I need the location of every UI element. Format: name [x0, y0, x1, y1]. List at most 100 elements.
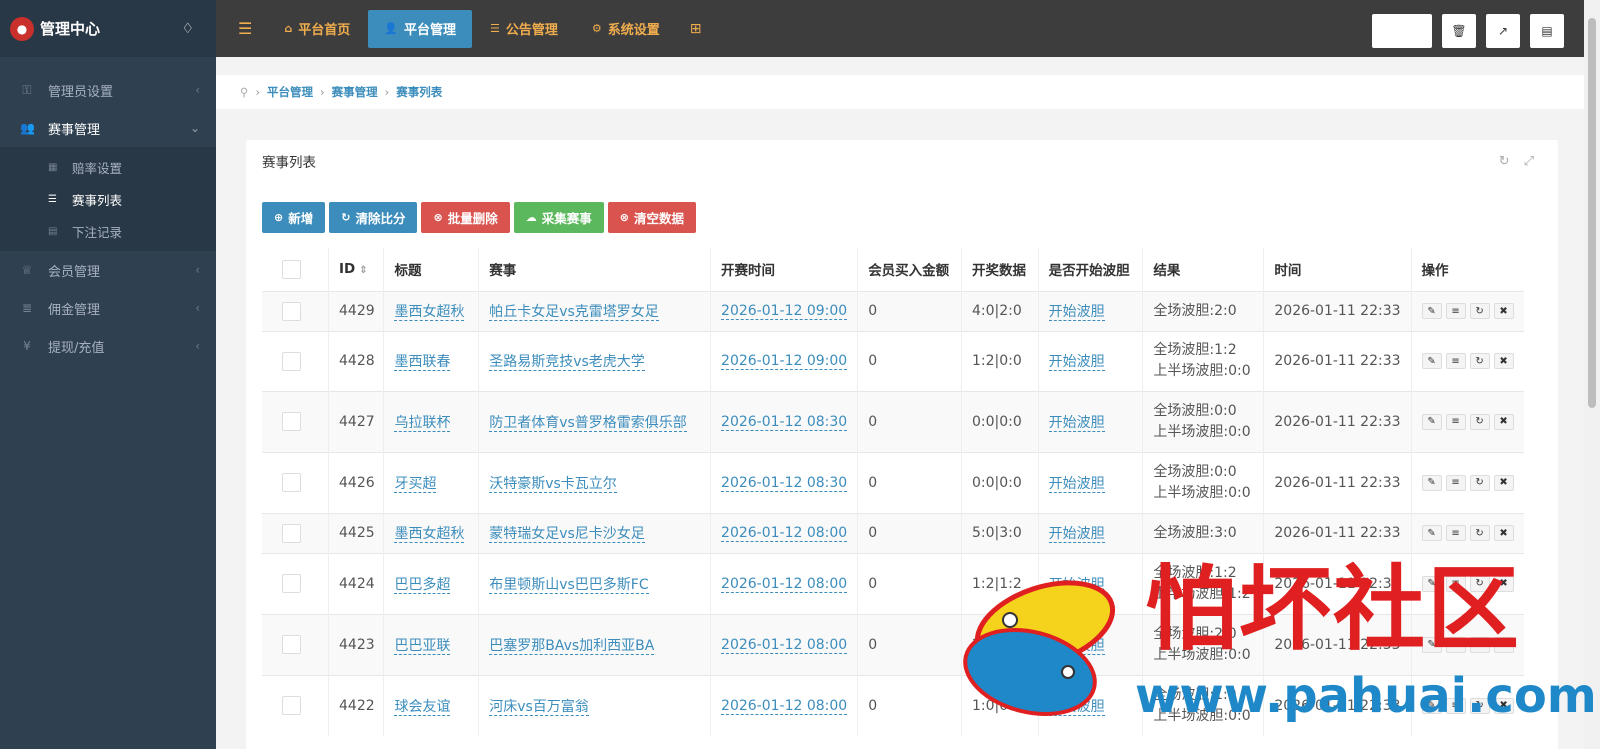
row-checkbox[interactable]: [282, 301, 301, 321]
start-time-link[interactable]: 2026-01-12 08:30: [721, 474, 848, 492]
row-checkbox[interactable]: [282, 351, 301, 371]
submenu-item[interactable]: ▤ 下注记录: [0, 215, 216, 247]
start-time-link[interactable]: 2026-01-12 08:30: [721, 413, 848, 431]
start-time-link[interactable]: 2026-01-12 08:00: [721, 525, 848, 542]
nav-tab[interactable]: ⌂ 平台首页: [268, 10, 366, 48]
scrollbar-thumb[interactable]: [1588, 18, 1596, 408]
start-bodan-link[interactable]: 开始波胆: [1048, 414, 1105, 432]
match-link[interactable]: 河床vs百万富翁: [489, 698, 589, 716]
start-bodan-link[interactable]: 开始波胆: [1048, 526, 1105, 543]
start-bodan-link[interactable]: 开始波胆: [1048, 576, 1105, 594]
detail-icon[interactable]: ≡: [1445, 353, 1466, 369]
sidebar-item[interactable]: ♕ 会员管理 ‹: [0, 251, 216, 289]
row-checkbox[interactable]: [282, 574, 301, 593]
toolbar-button[interactable]: ☁ 采集赛事: [513, 202, 604, 233]
edit-icon[interactable]: ✎: [1421, 525, 1442, 541]
edit-icon[interactable]: ✎: [1421, 697, 1442, 714]
match-link[interactable]: 圣路易斯竞技vs老虎大学: [489, 354, 645, 371]
delete-icon[interactable]: ✖: [1493, 303, 1514, 319]
edit-icon[interactable]: ✎: [1421, 303, 1442, 319]
hamburger-icon[interactable]: ☰: [238, 19, 252, 38]
start-time-link[interactable]: 2026-01-12 09:00: [721, 303, 848, 320]
match-link[interactable]: 巴塞罗那BAvs加利西亚BA: [489, 637, 655, 655]
user-box[interactable]: [1372, 14, 1432, 48]
sidebar-item[interactable]: 👥 赛事管理 ⌄: [0, 109, 216, 147]
start-time-link[interactable]: 2026-01-12 08:00: [721, 636, 848, 654]
nav-tab[interactable]: 👤 平台管理: [368, 9, 472, 48]
row-checkbox[interactable]: [282, 473, 301, 492]
title-link[interactable]: 墨西女超秋: [394, 304, 465, 321]
edit-icon[interactable]: ✎: [1421, 474, 1442, 491]
refresh-icon[interactable]: ↻: [1469, 636, 1490, 653]
start-bodan-link[interactable]: 开始波胆: [1048, 354, 1105, 371]
fullscreen-icon[interactable]: ⤢: [1524, 154, 1534, 169]
nav-tab[interactable]: ⚙ 系统设置: [576, 10, 676, 48]
delete-icon[interactable]: ✖: [1493, 636, 1514, 653]
start-time-link[interactable]: 2026-01-12 09:00: [721, 353, 848, 370]
delete-icon[interactable]: ✖: [1493, 575, 1514, 592]
detail-icon[interactable]: ≡: [1445, 413, 1466, 430]
sidebar-item[interactable]: ⚿ 管理员设置 ‹: [0, 71, 216, 109]
breadcrumb-item[interactable]: 赛事列表: [396, 84, 442, 100]
edit-icon[interactable]: ✎: [1421, 636, 1442, 653]
match-link[interactable]: 帕丘卡女足vs克雷塔罗女足: [489, 304, 659, 321]
row-checkbox[interactable]: [282, 696, 301, 716]
refresh-icon[interactable]: ↻: [1469, 353, 1490, 369]
page-scrollbar[interactable]: [1584, 0, 1600, 749]
start-bodan-link[interactable]: 开始波胆: [1048, 637, 1105, 655]
delete-icon[interactable]: ✖: [1493, 697, 1514, 714]
title-link[interactable]: 球会友谊: [394, 698, 451, 716]
refresh-icon[interactable]: ↻: [1469, 413, 1490, 430]
submenu-item[interactable]: ☰ 赛事列表: [0, 183, 216, 215]
detail-icon[interactable]: ≡: [1445, 697, 1466, 714]
sidebar-item[interactable]: ¥ 提现/充值 ‹: [0, 327, 216, 365]
toolbar-button[interactable]: ⊕ 新增: [262, 202, 326, 233]
detail-icon[interactable]: ≡: [1445, 636, 1466, 653]
title-link[interactable]: 牙买超: [394, 475, 437, 493]
select-all-checkbox[interactable]: [282, 259, 301, 279]
edit-icon[interactable]: ✎: [1421, 353, 1442, 369]
match-link[interactable]: 防卫者体育vs普罗格雷索俱乐部: [489, 414, 687, 432]
refresh-icon[interactable]: ↻: [1469, 697, 1490, 714]
refresh-icon[interactable]: ↻: [1469, 303, 1490, 319]
title-link[interactable]: 墨西联春: [394, 354, 451, 371]
panel-toggle-icon[interactable]: ▤: [1530, 14, 1564, 48]
edit-icon[interactable]: ✎: [1421, 413, 1442, 430]
title-link[interactable]: 乌拉联杯: [394, 414, 451, 432]
toolbar-button[interactable]: ↻ 清除比分: [329, 202, 418, 233]
match-link[interactable]: 蒙特瑞女足vs尼卡沙女足: [489, 526, 645, 543]
droplet-icon[interactable]: ♢: [181, 21, 194, 37]
title-link[interactable]: 墨西女超秋: [394, 526, 465, 543]
detail-icon[interactable]: ≡: [1445, 303, 1466, 319]
refresh-icon[interactable]: ↻: [1469, 525, 1490, 541]
match-link[interactable]: 沃特豪斯vs卡瓦立尔: [489, 475, 617, 493]
start-bodan-link[interactable]: 开始波胆: [1048, 475, 1105, 493]
delete-icon[interactable]: ✖: [1493, 525, 1514, 541]
detail-icon[interactable]: ≡: [1445, 474, 1466, 491]
row-checkbox[interactable]: [282, 523, 301, 543]
submenu-item[interactable]: ▦ 赔率设置: [0, 151, 216, 183]
start-time-link[interactable]: 2026-01-12 08:00: [721, 575, 848, 593]
match-link[interactable]: 布里顿斯山vs巴巴多斯FC: [489, 576, 649, 594]
row-checkbox[interactable]: [282, 635, 301, 654]
trash-icon[interactable]: 🗑: [1442, 14, 1476, 48]
start-bodan-link[interactable]: 开始波胆: [1048, 304, 1105, 321]
sidebar-item[interactable]: ≣ 佣金管理 ‹: [0, 289, 216, 327]
title-link[interactable]: 巴巴亚联: [394, 637, 451, 655]
refresh-icon[interactable]: ↻: [1469, 575, 1490, 592]
start-bodan-link[interactable]: 开始波胆: [1048, 698, 1105, 716]
delete-icon[interactable]: ✖: [1493, 474, 1514, 491]
delete-icon[interactable]: ✖: [1493, 413, 1514, 430]
breadcrumb-item[interactable]: 平台管理: [267, 84, 313, 100]
external-link-icon[interactable]: ↗: [1486, 14, 1520, 48]
start-time-link[interactable]: 2026-01-12 08:00: [721, 697, 848, 715]
detail-icon[interactable]: ≡: [1445, 525, 1466, 541]
column-header-id[interactable]: ID ⇕: [328, 248, 384, 291]
toolbar-button[interactable]: ⊗ 批量删除: [421, 202, 510, 233]
edit-icon[interactable]: ✎: [1421, 575, 1442, 592]
row-checkbox[interactable]: [282, 412, 301, 431]
breadcrumb-item[interactable]: 赛事管理: [332, 84, 378, 100]
sort-icon[interactable]: ⇕: [359, 265, 367, 276]
delete-icon[interactable]: ✖: [1493, 353, 1514, 369]
reload-icon[interactable]: ↻: [1499, 154, 1510, 169]
